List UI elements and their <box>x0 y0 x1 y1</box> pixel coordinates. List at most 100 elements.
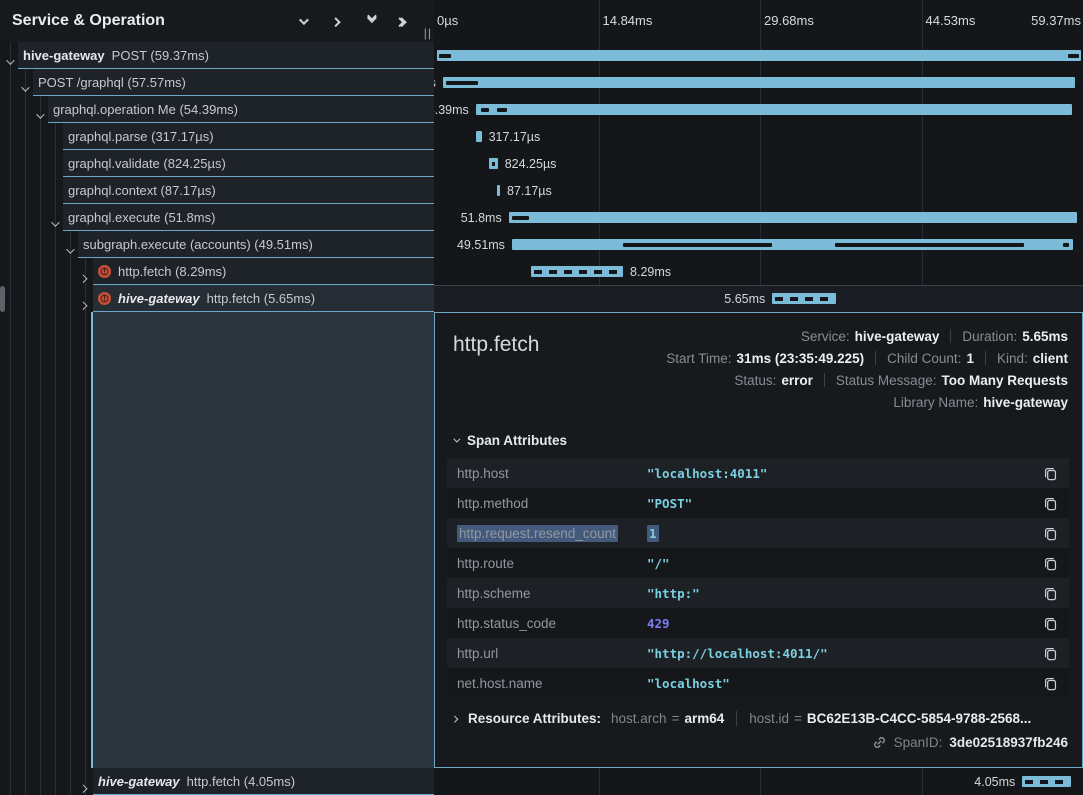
waterfall-row[interactable]: 59.37ms <box>434 42 1083 69</box>
chevron-right-icon[interactable] <box>81 295 87 313</box>
trace-viewer: 0µs14.84ms29.68ms44.53ms59.37ms 59.37ms5… <box>0 0 1083 795</box>
attribute-value: "localhost:4011" <box>647 466 1041 481</box>
span-bar[interactable] <box>443 77 1075 88</box>
span-meta: Service:hive-gatewayDuration:5.65msStart… <box>666 325 1068 413</box>
resource-key: host.arch <box>611 711 667 726</box>
waterfall-row[interactable]: 51.8ms <box>434 204 1083 231</box>
meta-label: Child Count: <box>887 351 961 366</box>
chevron-right-icon[interactable] <box>81 268 87 286</box>
timeline-header: 0µs14.84ms29.68ms44.53ms59.37ms <box>437 0 1083 42</box>
duration-label: 824.25µs <box>505 157 557 171</box>
tree-row[interactable]: hive-gatewayhttp.fetch (4.05ms) <box>0 768 434 795</box>
span-row-label: graphql.context (87.17µs) <box>65 177 216 203</box>
chevron-right-icon[interactable] <box>81 778 87 795</box>
service-name: hive-gateway <box>23 48 105 63</box>
span-bar[interactable] <box>1022 776 1071 787</box>
attribute-row: http.url"http://localhost:4011/" <box>447 638 1069 668</box>
waterfall-plot: 59.37ms <box>437 42 1083 69</box>
duration-label: 8.29ms <box>630 265 671 279</box>
copy-icon[interactable] <box>1041 616 1059 631</box>
tree-row[interactable]: graphql.validate (824.25µs) <box>0 150 434 177</box>
copy-icon[interactable] <box>1041 466 1059 481</box>
operation-name: http.fetch (5.65ms) <box>207 291 315 306</box>
tree-row[interactable]: graphql.operation Me (54.39ms) <box>0 96 434 123</box>
tree-row[interactable]: subgraph.execute (accounts) (49.51ms) <box>0 231 434 258</box>
waterfall-row[interactable]: 4.05ms <box>434 768 1083 795</box>
span-bar-dashes <box>775 297 832 301</box>
operation-name: POST (59.37ms) <box>112 48 209 63</box>
tree-row[interactable]: POST /graphql (57.57ms) <box>0 69 434 96</box>
tree-row[interactable]: graphql.execute (51.8ms) <box>0 204 434 231</box>
equals-sign: = <box>794 711 802 726</box>
chevron-down-icon[interactable] <box>66 241 72 259</box>
chevron-down-icon[interactable] <box>51 214 57 232</box>
copy-icon[interactable] <box>1041 676 1059 691</box>
span-bar[interactable] <box>489 158 498 169</box>
timeline-tick: 29.68ms <box>764 13 814 28</box>
divider <box>875 351 876 365</box>
span-bar[interactable] <box>497 185 500 196</box>
span-bar[interactable] <box>531 266 623 277</box>
copy-icon[interactable] <box>1041 646 1059 661</box>
operation-name: graphql.operation Me (54.39ms) <box>53 102 238 117</box>
waterfall-row[interactable]: 824.25µs <box>434 150 1083 177</box>
copy-icon[interactable] <box>1041 496 1059 511</box>
waterfall-row[interactable]: 87.17µs <box>434 177 1083 204</box>
meta-line: Service:hive-gatewayDuration:5.65ms <box>801 325 1068 347</box>
waterfall-row[interactable]: 8.29ms <box>434 258 1083 285</box>
duration-label: 5.65ms <box>724 292 765 306</box>
span-attributes-header[interactable]: Span Attributes <box>435 413 1082 456</box>
copy-icon[interactable] <box>1041 586 1059 601</box>
scrollbar-thumb[interactable] <box>0 286 5 312</box>
attribute-key: http.host <box>457 466 647 481</box>
tree-row[interactable]: !hive-gatewayhttp.fetch (5.65ms) <box>0 285 434 312</box>
duration-label: 57.57ms <box>434 76 436 90</box>
waterfall-plot: 4.05ms <box>437 768 1083 795</box>
resource-attributes-row[interactable]: Resource Attributes: host.arch=arm64host… <box>435 698 1082 726</box>
tree-row[interactable]: graphql.context (87.17µs) <box>0 177 434 204</box>
tree-row[interactable]: graphql.parse (317.17µs) <box>0 123 434 150</box>
span-bar[interactable] <box>437 50 1081 61</box>
panel-title: Service & Operation <box>12 12 294 30</box>
meta-value: 31ms (23:35:49.225) <box>737 351 865 366</box>
waterfall-row[interactable]: 49.51ms <box>434 231 1083 258</box>
span-detail-panel: http.fetch Service:hive-gatewayDuration:… <box>434 312 1083 768</box>
copy-icon[interactable] <box>1041 526 1059 541</box>
span-bar[interactable] <box>476 131 482 142</box>
span-attributes-table: http.host"localhost:4011"http.method"POS… <box>447 458 1069 698</box>
meta-value: Too Many Requests <box>941 373 1068 388</box>
duration-label: 4.05ms <box>974 775 1015 789</box>
expand-one-icon[interactable] <box>328 13 344 29</box>
span-bar[interactable] <box>772 293 835 304</box>
attribute-key: http.scheme <box>457 586 647 601</box>
attribute-value: 1 <box>647 526 1041 541</box>
resource-value: arm64 <box>684 711 724 726</box>
attribute-key: http.url <box>457 646 647 661</box>
expand-all-icon[interactable] <box>396 13 412 29</box>
chevron-down-icon[interactable] <box>6 52 12 70</box>
waterfall-row[interactable]: 317.17µs <box>434 123 1083 150</box>
waterfall-row[interactable]: 54.39ms <box>434 96 1083 123</box>
meta-label: Start Time: <box>666 351 731 366</box>
chevron-down-icon[interactable] <box>36 106 42 124</box>
chevron-down-icon[interactable] <box>21 79 27 97</box>
collapse-one-icon[interactable] <box>294 13 310 29</box>
operation-name: subgraph.execute (accounts) (49.51ms) <box>83 237 313 252</box>
waterfall-row[interactable]: 5.65ms <box>434 285 1083 312</box>
span-bar[interactable] <box>476 104 1072 115</box>
tree-header: Service & Operation || <box>0 0 434 42</box>
tree-row[interactable]: !http.fetch (8.29ms) <box>0 258 434 285</box>
span-bar[interactable] <box>509 212 1077 223</box>
duration-label: 87.17µs <box>507 184 552 198</box>
attribute-row: http.request.resend_count1 <box>447 518 1069 548</box>
collapse-all-icon[interactable] <box>362 13 378 29</box>
copy-icon[interactable] <box>1041 556 1059 571</box>
panel-resize-handle[interactable]: || <box>424 26 432 40</box>
span-bar-dashes <box>492 162 495 166</box>
waterfall-row[interactable]: 57.57ms <box>434 69 1083 96</box>
attribute-value: 429 <box>647 616 1041 631</box>
duration-label: 49.51ms <box>457 238 505 252</box>
attribute-key: http.route <box>457 556 647 571</box>
tree-row[interactable]: hive-gateway POST (59.37ms) <box>0 42 434 69</box>
meta-line: Start Time: 31ms (23:35:49.225) Child Coun… <box>666 347 1068 369</box>
